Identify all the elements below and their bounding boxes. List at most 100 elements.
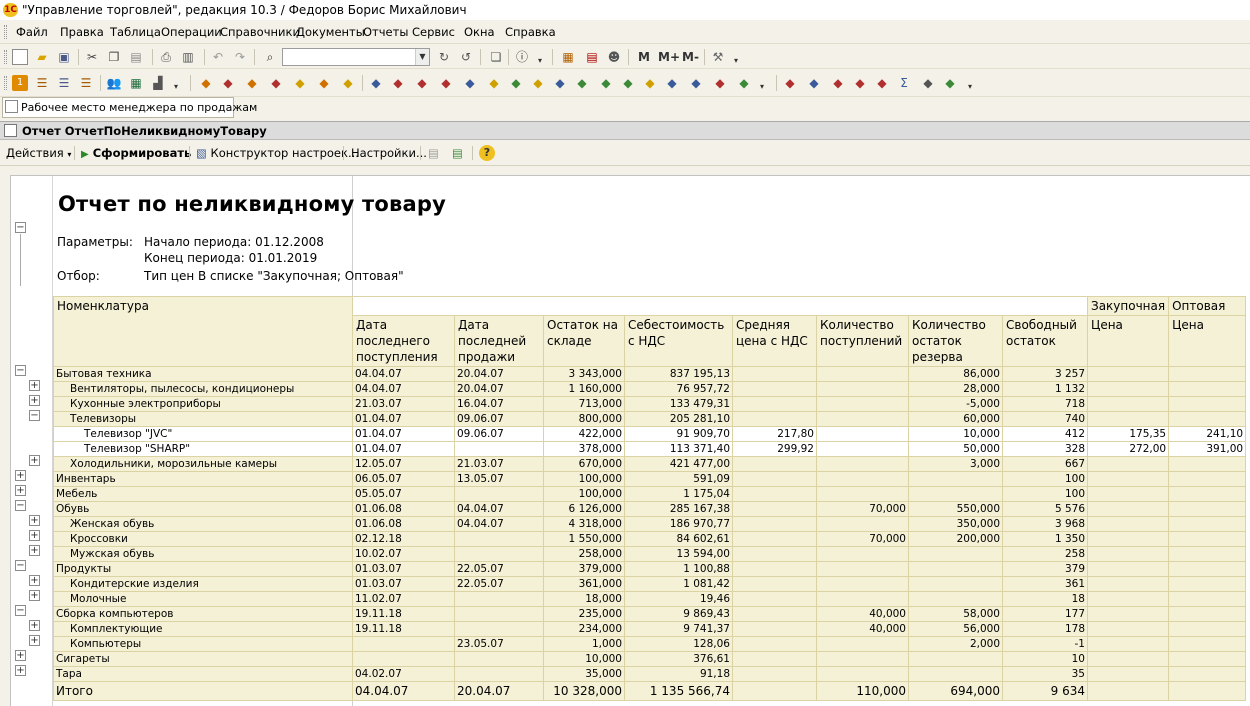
doc-1-icon[interactable]: ◆	[368, 75, 384, 91]
menu-service[interactable]: Сервис	[412, 20, 455, 44]
report-7-icon[interactable]: ◆	[942, 75, 958, 91]
report-6-icon[interactable]: ◆	[920, 75, 936, 91]
order-icon[interactable]: ◆	[198, 75, 214, 91]
menu-reports[interactable]: Отчеты	[363, 20, 408, 44]
report-2-icon[interactable]: ◆	[806, 75, 822, 91]
table-row[interactable]: Вентиляторы, пылесосы, кондиционеры 04.04…	[53, 381, 1247, 397]
doc-14-icon[interactable]: ◆	[664, 75, 680, 91]
redo-icon[interactable]: ↷	[232, 49, 248, 65]
doc-17-icon[interactable]: ◆	[736, 75, 752, 91]
table-row[interactable]: Тара 04.02.07 35,000 91,18 35	[53, 666, 1247, 682]
stack-icon[interactable]: ☰	[34, 75, 50, 91]
table-row[interactable]: Кроссовки 02.12.18 1 550,000 84 602,61 70,00…	[53, 531, 1247, 547]
expand-icon[interactable]: +	[29, 590, 40, 601]
collapse-icon[interactable]: −	[29, 410, 40, 421]
menu-operations[interactable]: Операции	[161, 20, 222, 44]
chevron-down-icon[interactable]: ▾	[754, 79, 770, 95]
shipment-icon[interactable]: ◆	[244, 75, 260, 91]
print-icon[interactable]: ⎙	[158, 49, 174, 65]
memory-plus-button[interactable]: M+	[658, 49, 680, 65]
expand-icon[interactable]: +	[29, 515, 40, 526]
chevron-down-icon[interactable]: ▾	[728, 53, 744, 69]
tools-icon[interactable]: ⚒	[710, 49, 726, 65]
chevron-down-icon[interactable]: ▾	[962, 79, 978, 95]
expand-icon[interactable]: +	[29, 380, 40, 391]
chevron-down-icon[interactable]: ▾	[532, 53, 548, 69]
save-settings-icon[interactable]: ▤	[428, 140, 439, 166]
collapse-icon[interactable]: −	[15, 365, 26, 376]
payment-icon[interactable]: ◆	[292, 75, 308, 91]
table-row[interactable]: Компьютеры 23.05.07 1,000 128,06 2,000 -1	[53, 636, 1247, 652]
table-row[interactable]: Обувь 01.06.08 04.04.07 6 126,000 285 167,38…	[53, 501, 1247, 517]
windows-icon[interactable]: ❏	[488, 49, 504, 65]
doc-10-icon[interactable]: ◆	[574, 75, 590, 91]
table-row[interactable]: Сигареты 10,000 376,61 10	[53, 651, 1247, 667]
chevron-down-icon[interactable]: ▼	[415, 49, 429, 65]
expand-icon[interactable]: +	[15, 485, 26, 496]
actions-menu-button[interactable]: Действия ▾	[6, 140, 71, 168]
expand-icon[interactable]: +	[29, 395, 40, 406]
open-folder-icon[interactable]: ▰	[34, 49, 50, 65]
calculator-icon[interactable]: ▦	[560, 49, 576, 65]
sum-icon[interactable]: Σ	[896, 75, 912, 91]
doc-8-icon[interactable]: ◆	[530, 75, 546, 91]
help-icon[interactable]: ?	[479, 145, 495, 161]
users-icon[interactable]: ☻	[606, 49, 622, 65]
save-icon[interactable]: ▣	[56, 49, 72, 65]
info-icon[interactable]: ⓘ	[514, 49, 530, 65]
report-3-icon[interactable]: ◆	[830, 75, 846, 91]
search-input[interactable]: ▼	[282, 48, 430, 66]
expand-icon[interactable]: +	[29, 575, 40, 586]
table-row[interactable]: Холодильники, морозильные камеры 12.05.07…	[53, 456, 1247, 472]
documents-icon[interactable]: ☰	[56, 75, 72, 91]
settings-constructor-button[interactable]: ▧ Конструктор настроек...	[196, 140, 359, 166]
menu-help[interactable]: Справка	[505, 20, 556, 44]
window-tab-sales-manager[interactable]: Рабочее место менеджера по продажам	[2, 97, 257, 118]
restore-settings-icon[interactable]: ▤	[452, 140, 463, 166]
search-icon[interactable]: ⌕	[262, 49, 278, 65]
table-row[interactable]: Телевизор "SHARP" 01.04.07 378,000 113 371,…	[53, 441, 1247, 457]
invoice-icon[interactable]: ◆	[220, 75, 236, 91]
cash-icon[interactable]: ◆	[340, 75, 356, 91]
memory-button[interactable]: M	[638, 49, 650, 65]
doc-2-icon[interactable]: ◆	[390, 75, 406, 91]
table-icon[interactable]: ▦	[128, 75, 144, 91]
copy-icon[interactable]: ❐	[106, 49, 122, 65]
return-icon[interactable]: ◆	[268, 75, 284, 91]
table-row[interactable]: Телевизоры 01.04.07 09.06.07 800,000 205 281…	[53, 411, 1247, 427]
expand-icon[interactable]: +	[29, 620, 40, 631]
table-row[interactable]: Комплектующие 19.11.18 234,000 9 741,37 40,0…	[53, 621, 1247, 637]
find-next-icon[interactable]: ↻	[436, 49, 452, 65]
memory-minus-button[interactable]: M-	[682, 49, 699, 65]
table-row[interactable]: Телевизор "JVC" 01.04.07 09.06.07 422,000 91…	[53, 426, 1247, 442]
doc-11-icon[interactable]: ◆	[598, 75, 614, 91]
table-row[interactable]: Продукты 01.03.07 22.05.07 379,000 1 100,88 3…	[53, 561, 1247, 577]
menu-table[interactable]: Таблица	[110, 20, 161, 44]
report-5-icon[interactable]: ◆	[874, 75, 890, 91]
expand-icon[interactable]: +	[29, 635, 40, 646]
expand-icon[interactable]: +	[29, 530, 40, 541]
people-icon[interactable]: 👥	[106, 75, 122, 91]
header-collapse-icon[interactable]: −	[15, 222, 26, 233]
collapse-icon[interactable]: −	[15, 500, 26, 511]
report-1-icon[interactable]: ◆	[782, 75, 798, 91]
table-row[interactable]: Женская обувь 01.06.08 04.04.07 4 318,000 18…	[53, 516, 1247, 532]
expand-icon[interactable]: +	[15, 665, 26, 676]
expand-icon[interactable]: +	[29, 545, 40, 556]
table-row[interactable]: Кондитерские изделия 01.03.07 22.05.07 361,…	[53, 576, 1247, 592]
table-row[interactable]: Инвентарь 06.05.07 13.05.07 100,000 591,09 10…	[53, 471, 1247, 487]
collapse-icon[interactable]: −	[15, 560, 26, 571]
register-icon[interactable]: ☰	[78, 75, 94, 91]
doc-13-icon[interactable]: ◆	[642, 75, 658, 91]
table-row[interactable]: Кухонные электроприборы 21.03.07 16.04.07 7…	[53, 396, 1247, 412]
doc-12-icon[interactable]: ◆	[620, 75, 636, 91]
find-prev-icon[interactable]: ↺	[458, 49, 474, 65]
chart-icon[interactable]: ▟	[150, 75, 166, 91]
undo-icon[interactable]: ↶	[210, 49, 226, 65]
menu-windows[interactable]: Окна	[464, 20, 495, 44]
build-report-button[interactable]: ▶ Сформировать	[81, 140, 191, 168]
menu-catalogs[interactable]: Справочники	[220, 20, 300, 44]
menu-edit[interactable]: Правка	[60, 20, 104, 44]
chevron-down-icon[interactable]: ▾	[168, 79, 184, 95]
table-row[interactable]: Бытовая техника 04.04.07 20.04.07 3 343,000…	[53, 366, 1247, 382]
